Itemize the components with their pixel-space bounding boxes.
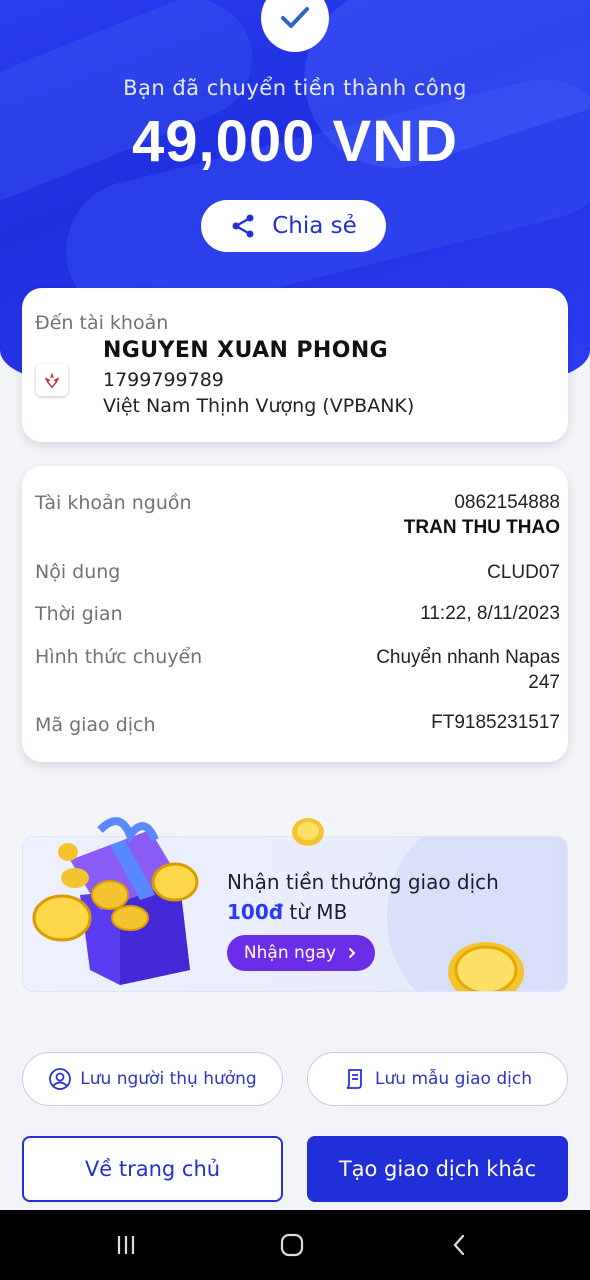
content-label: Nội dung	[35, 561, 121, 583]
transfer-method-label: Hình thức chuyển	[35, 646, 203, 668]
chevron-right-icon	[349, 948, 356, 958]
recipient-bank-name: Việt Nam Thịnh Vượng (VPBANK)	[103, 395, 415, 417]
recent-apps-icon	[117, 1236, 135, 1254]
home-button[interactable]: Về trang chủ	[22, 1136, 283, 1202]
check-icon	[281, 7, 309, 28]
gold-coin-icon	[292, 818, 324, 846]
claim-now-button[interactable]: Nhận ngay	[227, 935, 375, 971]
success-message: Bạn đã chuyển tiền thành công	[123, 76, 467, 100]
gold-coin-icon	[448, 942, 524, 991]
transaction-details-card: Tài khoản nguồn 0862154888 TRAN THU THAO…	[22, 466, 568, 762]
recent-apps-button[interactable]	[106, 1228, 146, 1262]
recipient-label: Đến tài khoản	[35, 312, 169, 334]
time-label: Thời gian	[35, 603, 123, 625]
share-icon	[232, 214, 254, 238]
vpbank-logo	[36, 364, 68, 396]
back-nav-button[interactable]	[440, 1228, 480, 1262]
share-label: Chia sẻ	[272, 213, 357, 239]
transaction-id-label: Mã giao dịch	[35, 714, 156, 736]
recipient-account-number: 1799799789	[103, 369, 224, 391]
promo-text: Nhận tiền thưởng giao dịch 100đ từ MB	[227, 867, 527, 927]
source-account-number: 0862154888	[454, 492, 560, 513]
share-button[interactable]: Chia sẻ	[201, 200, 386, 252]
promo-text-end: từ MB	[283, 900, 348, 924]
user-circle-icon	[49, 1068, 72, 1090]
recipient-name: NGUYEN XUAN PHONG	[103, 338, 389, 363]
recipient-card: Đến tài khoản NGUYEN XUAN PHONG 17997997…	[22, 288, 568, 442]
save-template-button[interactable]: Lưu mẫu giao dịch	[307, 1052, 568, 1106]
time-value: 11:22, 8/11/2023	[420, 603, 560, 624]
receipt-icon	[346, 1069, 362, 1089]
save-beneficiary-button[interactable]: Lưu người thụ hưởng	[22, 1052, 283, 1106]
back-icon	[453, 1234, 465, 1256]
source-account-name: TRAN THU THAO	[403, 517, 560, 538]
transfer-method-value-line2: 247	[528, 672, 560, 693]
home-icon	[280, 1233, 304, 1257]
content-value: CLUD07	[487, 562, 560, 583]
new-transaction-button[interactable]: Tạo giao dịch khác	[307, 1136, 568, 1202]
promo-text-start: Nhận tiền thưởng giao dịch	[227, 870, 499, 894]
home-nav-button[interactable]	[272, 1228, 312, 1262]
save-beneficiary-label: Lưu người thụ hưởng	[80, 1069, 257, 1089]
source-account-label: Tài khoản nguồn	[35, 492, 192, 514]
transfer-amount: 49,000 VND	[132, 109, 458, 174]
promo-highlight: 100đ	[227, 900, 284, 924]
transaction-id-value: FT9185231517	[431, 712, 560, 733]
claim-now-label: Nhận ngay	[243, 943, 337, 963]
transfer-method-value: Chuyển nhanh Napas	[376, 647, 560, 668]
system-navigation-bar	[0, 1210, 590, 1280]
save-template-label: Lưu mẫu giao dịch	[375, 1069, 532, 1089]
gift-box-icon	[32, 817, 199, 985]
